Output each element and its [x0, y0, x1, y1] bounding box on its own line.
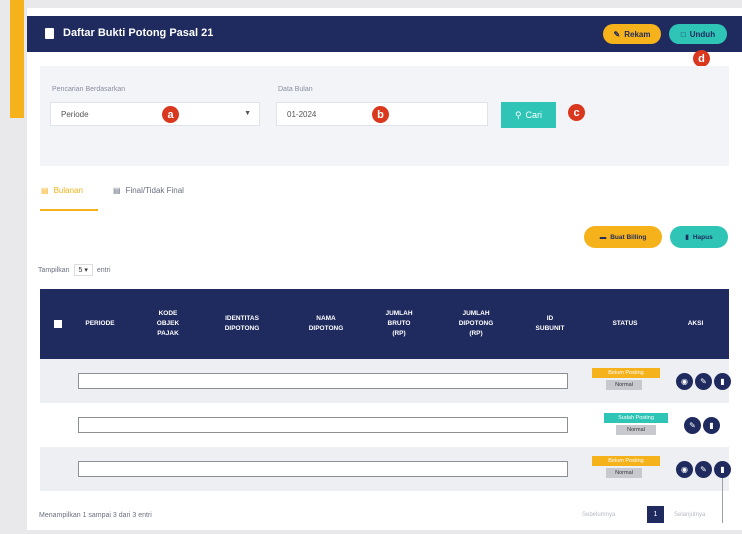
- annotation-badge-a: a: [162, 106, 179, 123]
- select-all-checkbox[interactable]: [54, 320, 62, 328]
- search-area: Pencarian Berdasarkan Periode ▼ a Data B…: [40, 66, 729, 166]
- table-row: Belum Posting Normal ◉ ✎ ▮: [40, 447, 731, 491]
- col-jumlah-bruto[interactable]: JUMLAH BRUTO (RP): [364, 289, 434, 359]
- col-periode[interactable]: PERIODE: [68, 289, 132, 359]
- buat-billing-label: Buat Billing: [610, 233, 647, 241]
- col-id-subunit[interactable]: ID SUBUNIT: [516, 289, 584, 359]
- trash-icon: ▮: [685, 234, 689, 241]
- annotation-badge-d: d: [693, 50, 710, 67]
- entries-value: 5: [78, 267, 83, 274]
- trash-icon[interactable]: ▮: [703, 417, 720, 434]
- annotation-badge-b: b: [372, 106, 389, 123]
- row-content-field[interactable]: [78, 461, 568, 477]
- entries-select[interactable]: 5 ▾: [73, 264, 93, 276]
- pagination-prev[interactable]: Sebelumnya: [582, 512, 615, 518]
- status-sub-badge: Normal: [616, 425, 656, 435]
- page-title: Daftar Bukti Potong Pasal 21: [63, 27, 214, 39]
- left-accent-bar: [10, 0, 24, 118]
- row-content-field[interactable]: [78, 417, 568, 433]
- search-by-value: Periode: [61, 110, 89, 119]
- date-value: 01-2024: [287, 110, 317, 119]
- rekam-button-label: Rekam: [624, 29, 651, 39]
- tab-final[interactable]: ▤ Final/Tidak Final: [113, 186, 184, 195]
- col-aksi: AKSI: [687, 319, 704, 327]
- edit-icon[interactable]: ✎: [695, 373, 712, 390]
- annotation-badge-c: c: [568, 104, 585, 121]
- hapus-button[interactable]: ▮ Hapus: [670, 226, 728, 248]
- calendar-icon: ▤: [113, 186, 121, 195]
- download-icon: □: [680, 29, 686, 39]
- row-content-field[interactable]: [78, 373, 568, 389]
- mouse-cursor-line: [722, 478, 723, 523]
- col-kode-objek-pajak[interactable]: KODE OBJEK PAJAK: [138, 289, 198, 359]
- search-button[interactable]: ⚲ Cari: [501, 102, 556, 128]
- chevron-down-icon: ▼: [244, 110, 251, 117]
- edit-icon: ✎: [613, 29, 621, 39]
- tab-bulanan[interactable]: ▤ Bulanan: [41, 186, 83, 195]
- edit-icon[interactable]: ✎: [695, 461, 712, 478]
- hapus-label: Hapus: [692, 233, 713, 241]
- calendar-icon: ▤: [41, 186, 49, 195]
- document-icon: [45, 28, 54, 39]
- col-identitas-dipotong[interactable]: IDENTITAS DIPOTONG: [200, 289, 284, 359]
- page-header: Daftar Bukti Potong Pasal 21 ✎ Rekam □ U…: [27, 16, 742, 52]
- search-by-label: Pencarian Berdasarkan: [52, 86, 126, 93]
- table-summary: Menampilkan 1 sampai 3 dari 3 entri: [39, 512, 152, 519]
- tab-bulanan-label: Bulanan: [53, 186, 83, 195]
- edit-icon[interactable]: ✎: [684, 417, 701, 434]
- table-row: Sudah Posting Normal ✎ ▮: [40, 403, 729, 447]
- status-sub-badge: Normal: [606, 468, 642, 478]
- pagination-next[interactable]: Selanjutnya: [674, 512, 705, 518]
- status-badge: Belum Posting: [592, 456, 660, 466]
- col-nama-dipotong[interactable]: NAMA DIPOTONG: [284, 289, 368, 359]
- main-panel: Daftar Bukti Potong Pasal 21 ✎ Rekam □ U…: [27, 8, 742, 530]
- date-label: Data Bulan: [278, 86, 313, 93]
- tab-final-label: Final/Tidak Final: [125, 186, 184, 195]
- show-entries: Tampilkan 5 ▾ entri: [38, 264, 111, 276]
- status-sub-badge: Normal: [606, 380, 642, 390]
- col-jumlah-dipotong[interactable]: JUMLAH DIPOTONG (RP): [436, 289, 516, 359]
- show-suffix: entri: [96, 266, 111, 274]
- rekam-button[interactable]: ✎ Rekam: [603, 24, 661, 44]
- trash-icon[interactable]: ▮: [714, 373, 731, 390]
- status-badge: Sudah Posting: [604, 413, 668, 423]
- pagination-current[interactable]: 1: [647, 506, 664, 523]
- show-prefix: Tampilkan: [38, 266, 70, 274]
- eye-icon[interactable]: ◉: [676, 461, 693, 478]
- status-badge: Belum Posting: [592, 368, 660, 378]
- table-header: PERIODE KODE OBJEK PAJAK IDENTITAS DIPOT…: [40, 289, 729, 359]
- search-icon: ⚲: [514, 109, 522, 120]
- billing-icon: ▬: [599, 233, 607, 241]
- unduh-button-label: Unduh: [689, 29, 716, 39]
- active-tab-underline: [40, 209, 98, 211]
- col-status[interactable]: STATUS: [588, 289, 662, 359]
- table-row: Belum Posting Normal ◉ ✎ ▮: [40, 359, 731, 403]
- search-button-label: Cari: [525, 110, 543, 120]
- unduh-button[interactable]: □ Unduh: [669, 24, 727, 44]
- buat-billing-button[interactable]: ▬ Buat Billing: [584, 226, 662, 248]
- search-by-select[interactable]: Periode ▼: [50, 102, 260, 126]
- eye-icon[interactable]: ◉: [676, 373, 693, 390]
- trash-icon[interactable]: ▮: [714, 461, 731, 478]
